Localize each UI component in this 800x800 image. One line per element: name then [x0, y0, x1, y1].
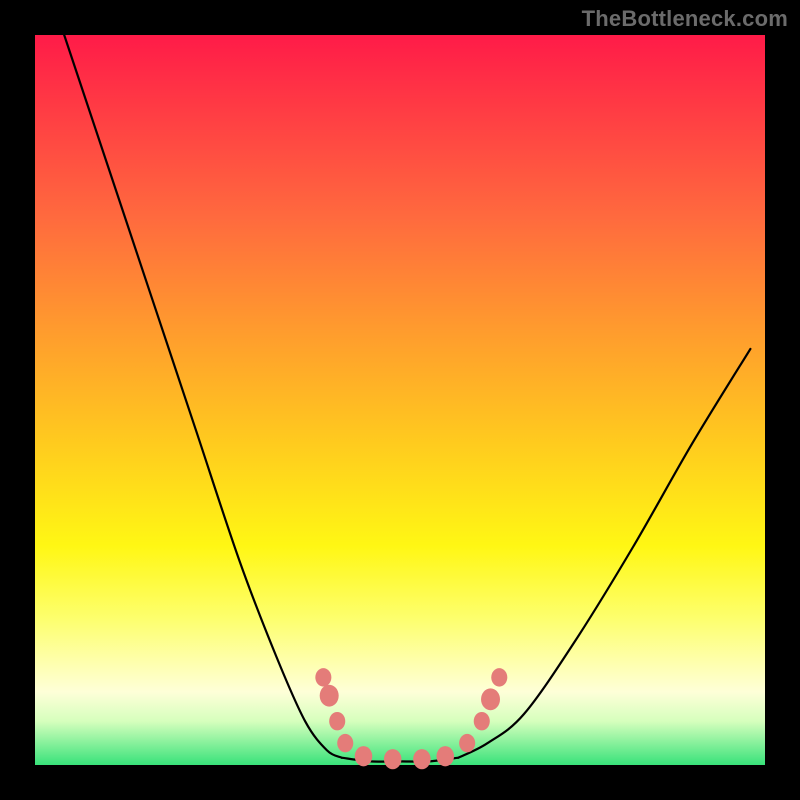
bead — [459, 734, 475, 752]
bead — [491, 668, 507, 686]
curve-layer — [35, 35, 765, 765]
curve-left — [64, 35, 341, 758]
bead — [315, 668, 331, 686]
chart-outer-frame: TheBottleneck.com — [0, 0, 800, 800]
bead — [337, 734, 353, 752]
bead — [384, 749, 402, 769]
valley-beads — [315, 668, 507, 769]
bead — [437, 746, 455, 766]
bead — [413, 749, 431, 769]
bead — [320, 685, 339, 707]
bead — [474, 712, 490, 730]
plot-area — [35, 35, 765, 765]
curve-right — [458, 349, 750, 758]
bead — [329, 712, 345, 730]
bead — [481, 688, 500, 710]
bead — [355, 746, 373, 766]
watermark-text: TheBottleneck.com — [582, 6, 788, 32]
